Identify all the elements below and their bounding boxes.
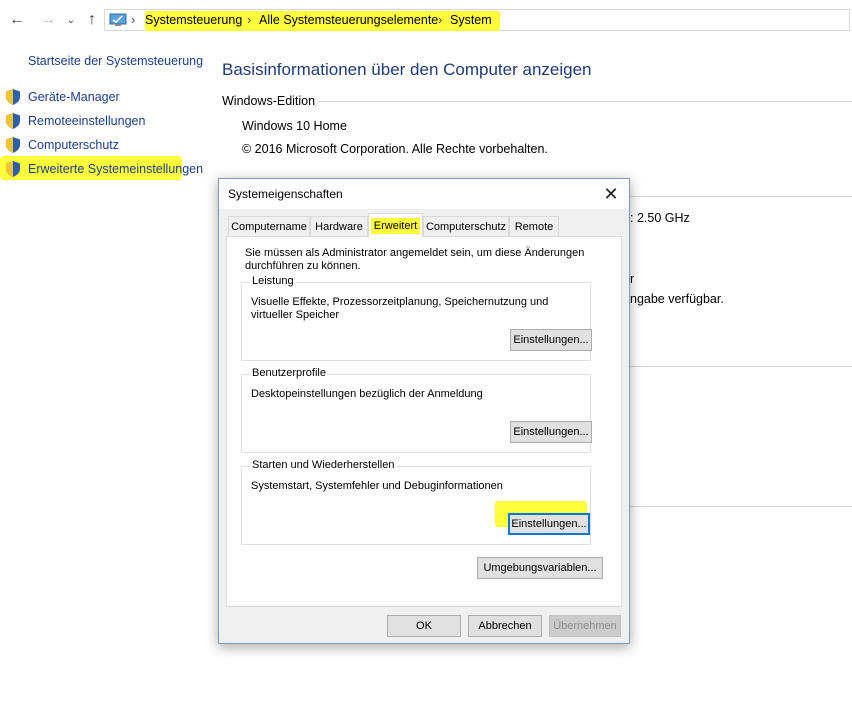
tab-label: Hardware bbox=[315, 220, 363, 233]
performance-settings-button[interactable]: Einstellungen... bbox=[510, 329, 592, 351]
sidebar-item-remoteeinstellungen[interactable]: Remoteeinstellungen bbox=[28, 114, 145, 128]
breadcrumb-alle-elemente[interactable]: Alle Systemsteuerungselemente bbox=[259, 13, 438, 27]
group-title: Starten und Wiederherstellen bbox=[250, 459, 397, 471]
uac-shield-icon bbox=[6, 89, 20, 105]
tab-hardware[interactable]: Hardware bbox=[310, 216, 368, 236]
group-description: Desktopeinstellungen bezüglich der Anmel… bbox=[251, 388, 483, 400]
uac-shield-icon bbox=[6, 161, 20, 177]
page-title: Basisinformationen über den Computer anz… bbox=[222, 60, 592, 79]
section-divider bbox=[318, 101, 852, 102]
system-properties-dialog: Systemeigenschaften ✕ Computername Hardw… bbox=[218, 178, 630, 644]
cancel-button[interactable]: Abbrechen bbox=[468, 615, 542, 637]
partial-text: r bbox=[630, 272, 635, 286]
tab-panel-erweitert: Sie müssen als Administrator angemeldet … bbox=[226, 236, 622, 607]
dialog-titlebar[interactable]: Systemeigenschaften ✕ bbox=[219, 179, 629, 209]
tab-label: Computerschutz bbox=[425, 220, 507, 233]
group-description: Systemstart, Systemfehler und Debuginfor… bbox=[251, 480, 503, 492]
sidebar-item-computerschutz[interactable]: Computerschutz bbox=[28, 138, 119, 152]
breadcrumb-separator-icon[interactable]: › bbox=[438, 12, 442, 27]
tab-computername[interactable]: Computername bbox=[228, 216, 310, 236]
user-profiles-settings-button[interactable]: Einstellungen... bbox=[510, 421, 592, 443]
recent-locations-chevron-icon[interactable]: ⌄ bbox=[61, 9, 81, 31]
control-panel-home-link[interactable]: Startseite der Systemsteuerung bbox=[28, 54, 203, 68]
breadcrumb-separator-icon[interactable]: › bbox=[131, 12, 135, 27]
group-leistung: Leistung Visuelle Effekte, Prozessorzeit… bbox=[241, 275, 592, 361]
copyright-text: © 2016 Microsoft Corporation. Alle Recht… bbox=[242, 142, 548, 156]
startup-recovery-settings-button[interactable]: Einstellungen... bbox=[508, 513, 590, 535]
admin-note: Sie müssen als Administrator angemeldet … bbox=[245, 247, 585, 272]
tab-label: Erweitert bbox=[370, 217, 421, 234]
group-description: Visuelle Effekte, Prozessorzeitplanung, … bbox=[251, 296, 549, 321]
address-bar[interactable]: › Systemsteuerung › Alle Systemsteuerung… bbox=[104, 9, 850, 31]
group-benutzerprofile: Benutzerprofile Desktopeinstellungen bez… bbox=[241, 367, 592, 453]
sidebar-item-geraete-manager[interactable]: Geräte-Manager bbox=[28, 90, 120, 104]
sidebar-item-erweiterte-systemeinstellungen[interactable]: Erweiterte Systemeinstellungen bbox=[28, 162, 203, 176]
tab-computerschutz[interactable]: Computerschutz bbox=[423, 216, 509, 236]
group-title: Leistung bbox=[250, 275, 296, 287]
forward-arrow-icon[interactable]: → bbox=[38, 9, 58, 31]
tab-label: Computername bbox=[231, 220, 307, 233]
dialog-title: Systemeigenschaften bbox=[228, 187, 343, 201]
tab-remote[interactable]: Remote bbox=[509, 216, 559, 236]
windows-edition-value: Windows 10 Home bbox=[242, 119, 347, 133]
processor-speed-text: : 2.50 GHz bbox=[630, 211, 690, 225]
environment-variables-button[interactable]: Umgebungsvariablen... bbox=[477, 557, 603, 579]
group-title: Benutzerprofile bbox=[250, 367, 328, 379]
navigation-bar: ← → ⌄ ↑ › Systemsteuerung › Alle Systems… bbox=[0, 0, 852, 40]
breadcrumb-system[interactable]: System bbox=[450, 13, 492, 27]
control-panel-icon bbox=[109, 13, 127, 26]
apply-button[interactable]: Übernehmen bbox=[549, 615, 621, 637]
section-divider bbox=[630, 196, 852, 197]
breadcrumb-separator-icon[interactable]: › bbox=[247, 12, 251, 27]
section-divider bbox=[630, 366, 852, 367]
close-icon[interactable]: ✕ bbox=[599, 182, 623, 206]
up-arrow-icon[interactable]: ↑ bbox=[82, 9, 102, 31]
tab-erweitert[interactable]: Erweitert bbox=[368, 213, 423, 237]
pen-touch-text: ngabe verfügbar. bbox=[630, 292, 724, 306]
uac-shield-icon bbox=[6, 137, 20, 153]
uac-shield-icon bbox=[6, 113, 20, 129]
windows-edition-heading: Windows-Edition bbox=[222, 94, 316, 108]
breadcrumb-systemsteuerung[interactable]: Systemsteuerung bbox=[145, 13, 242, 27]
tab-label: Remote bbox=[514, 220, 554, 233]
ok-button[interactable]: OK bbox=[387, 615, 461, 637]
back-arrow-icon[interactable]: ← bbox=[7, 9, 27, 31]
section-divider bbox=[630, 506, 852, 507]
